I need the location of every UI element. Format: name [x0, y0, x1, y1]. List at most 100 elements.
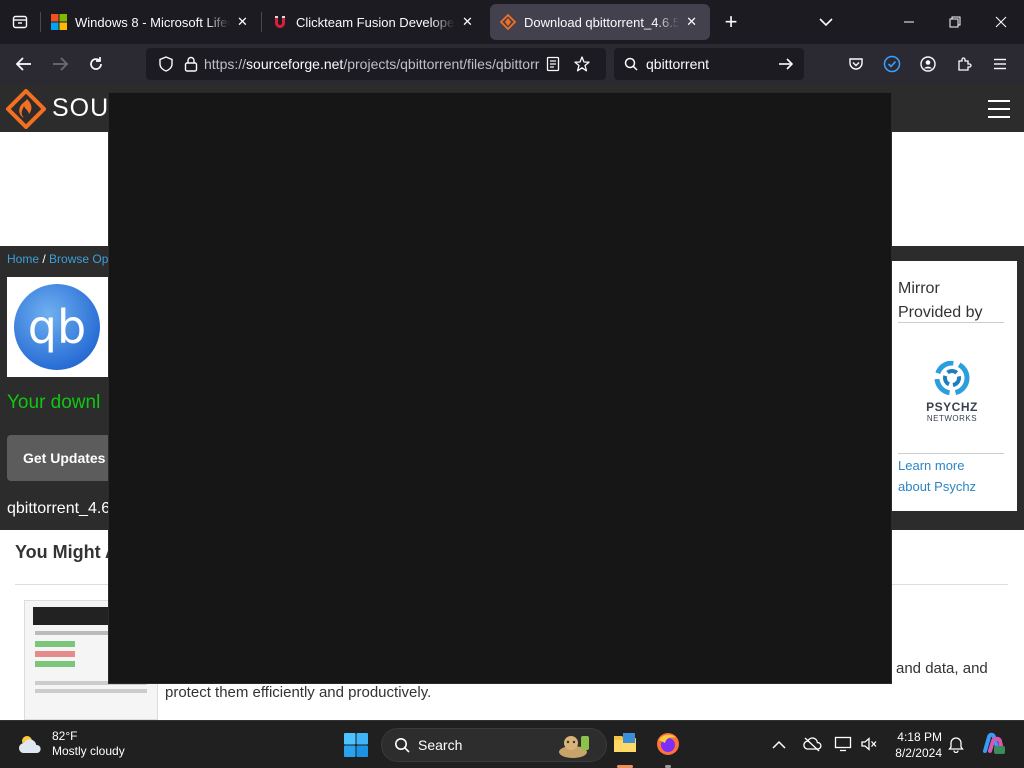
notifications-button[interactable]	[948, 735, 964, 758]
system-clock[interactable]: 4:18 PM 8/2/2024	[892, 729, 942, 761]
divider	[898, 453, 1004, 454]
star-icon[interactable]	[574, 56, 590, 72]
tab-download-qbittorrent[interactable]: Download qbittorrent_4.6.5_x64 ✕	[490, 4, 710, 40]
you-might-heading: You Might A	[15, 542, 118, 562]
chevron-up-icon	[772, 740, 786, 749]
sourceforge-logo-icon[interactable]	[6, 89, 46, 129]
url-path: /projects/qbittorrent/files/qbittorrent	[343, 56, 540, 72]
close-window-button[interactable]	[978, 0, 1024, 44]
account-button[interactable]	[910, 48, 946, 80]
screen: Windows 8 - Microsoft Lifecycle ✕ Clickt…	[0, 0, 1024, 768]
mirror-panel: Mirror Provided by PSYCHZ NETWORKS Learn…	[892, 261, 1017, 511]
tab-list-button[interactable]	[0, 0, 40, 44]
download-filename: qbittorrent_4.6	[7, 500, 111, 517]
recommendation-description: protect them efficiently and productivel…	[165, 684, 432, 701]
psychz-name: PSYCHZ	[926, 400, 978, 414]
restore-icon	[949, 16, 961, 28]
shield-icon[interactable]	[158, 56, 174, 72]
navigation-toolbar: https://sourceforge.net/projects/qbittor…	[0, 44, 1024, 84]
lock-icon[interactable]	[184, 56, 198, 72]
weather-condition: Mostly cloudy	[52, 744, 125, 758]
firefox-icon	[657, 733, 679, 755]
url-text[interactable]: https://sourceforge.net/projects/qbittor…	[204, 56, 540, 72]
reload-button[interactable]	[78, 48, 114, 80]
url-prefix: https://	[204, 56, 247, 72]
list-all-tabs-button[interactable]	[803, 0, 849, 44]
arrow-right-icon	[53, 57, 69, 71]
close-icon[interactable]: ✕	[234, 14, 251, 30]
copilot-button[interactable]	[980, 731, 1006, 762]
bell-icon	[948, 737, 964, 754]
back-button[interactable]	[6, 48, 42, 80]
account-icon	[920, 56, 936, 72]
cloudy-icon	[18, 736, 41, 753]
menu-button[interactable]	[982, 48, 1018, 80]
cloud-off-icon	[803, 737, 822, 752]
blank-overlay-panel[interactable]	[108, 92, 892, 684]
breadcrumb: Home / Browse Op	[7, 252, 108, 266]
taskbar-search[interactable]: Search	[381, 728, 607, 762]
close-icon[interactable]: ✕	[459, 14, 476, 30]
reader-view-icon[interactable]	[546, 56, 560, 72]
monitor-icon	[834, 736, 852, 752]
windows-taskbar: 82°F Mostly cloudy Search 4:18 PM 8/2/20…	[0, 720, 1024, 768]
psychz-logo[interactable]: PSYCHZ NETWORKS	[922, 360, 982, 423]
search-query: qbittorrent	[646, 56, 710, 72]
speaker-muted-icon	[861, 737, 877, 751]
app-icon-frame: qb	[7, 277, 111, 377]
pocket-button[interactable]	[838, 48, 874, 80]
breadcrumb-separator: /	[39, 252, 50, 266]
tab-clickteam[interactable]: Clickteam Fusion Developer 2.5 ✕	[262, 4, 486, 40]
download-message: Your downl	[7, 392, 101, 413]
copilot-icon	[983, 732, 1005, 754]
divider	[898, 322, 1004, 323]
onedrive-tray-icon[interactable]	[802, 736, 822, 757]
reload-icon	[90, 57, 102, 70]
file-explorer-taskbar-button[interactable]	[611, 729, 639, 762]
address-bar[interactable]: https://sourceforge.net/projects/qbittor…	[146, 48, 606, 80]
check-circle-icon	[883, 55, 901, 73]
microsoft-icon	[51, 14, 67, 30]
windows-logo-icon	[344, 733, 368, 757]
search-icon	[395, 738, 410, 753]
display-tray-icon[interactable]	[834, 736, 852, 757]
volume-tray-icon[interactable]	[860, 736, 878, 757]
minimize-button[interactable]	[886, 0, 932, 44]
psychz-swirl-icon	[934, 360, 970, 396]
clock-date: 8/2/2024	[895, 746, 942, 760]
tab-windows8[interactable]: Windows 8 - Microsoft Lifecycle ✕	[41, 4, 261, 40]
search-bar[interactable]: qbittorrent	[614, 48, 804, 80]
file-explorer-icon	[614, 733, 636, 752]
qbittorrent-logo: qb	[14, 284, 100, 370]
magnet-icon	[275, 16, 285, 28]
close-icon	[995, 16, 1007, 28]
restore-button[interactable]	[932, 0, 978, 44]
browser-tab-strip: Windows 8 - Microsoft Lifecycle ✕ Clickt…	[0, 0, 1024, 44]
chevron-down-icon	[819, 18, 833, 27]
get-updates-button[interactable]: Get Updates	[7, 435, 111, 481]
plus-icon: +	[724, 9, 738, 34]
search-icon	[624, 57, 638, 71]
sourceforge-icon	[500, 14, 516, 30]
forward-button[interactable]	[42, 48, 78, 80]
search-label: Search	[418, 737, 463, 753]
show-hidden-icons-button[interactable]	[772, 737, 786, 755]
learn-more-link[interactable]: Learn more about Psychz	[898, 455, 988, 497]
weather-widget[interactable]: 82°F Mostly cloudy	[16, 729, 125, 759]
puzzle-icon	[958, 57, 972, 71]
mirror-title: Mirror Provided by	[898, 280, 983, 321]
breadcrumb-browse-link[interactable]: Browse Op	[49, 252, 108, 266]
site-menu-icon[interactable]	[988, 100, 1010, 124]
close-icon[interactable]: ✕	[683, 14, 700, 30]
new-tab-button[interactable]: +	[710, 0, 752, 44]
search-highlight-icon	[559, 736, 589, 758]
tab-title: Download qbittorrent_4.6.5_x64	[524, 14, 680, 30]
recommendation-description-end: and data, and	[896, 660, 988, 677]
extension-check-button[interactable]	[874, 48, 910, 80]
start-button[interactable]	[343, 732, 369, 763]
extensions-button[interactable]	[946, 48, 982, 80]
go-arrow-icon[interactable]	[778, 57, 794, 71]
firefox-taskbar-button[interactable]	[655, 731, 681, 762]
temperature: 82°F	[52, 729, 78, 743]
breadcrumb-home-link[interactable]: Home	[7, 252, 39, 266]
